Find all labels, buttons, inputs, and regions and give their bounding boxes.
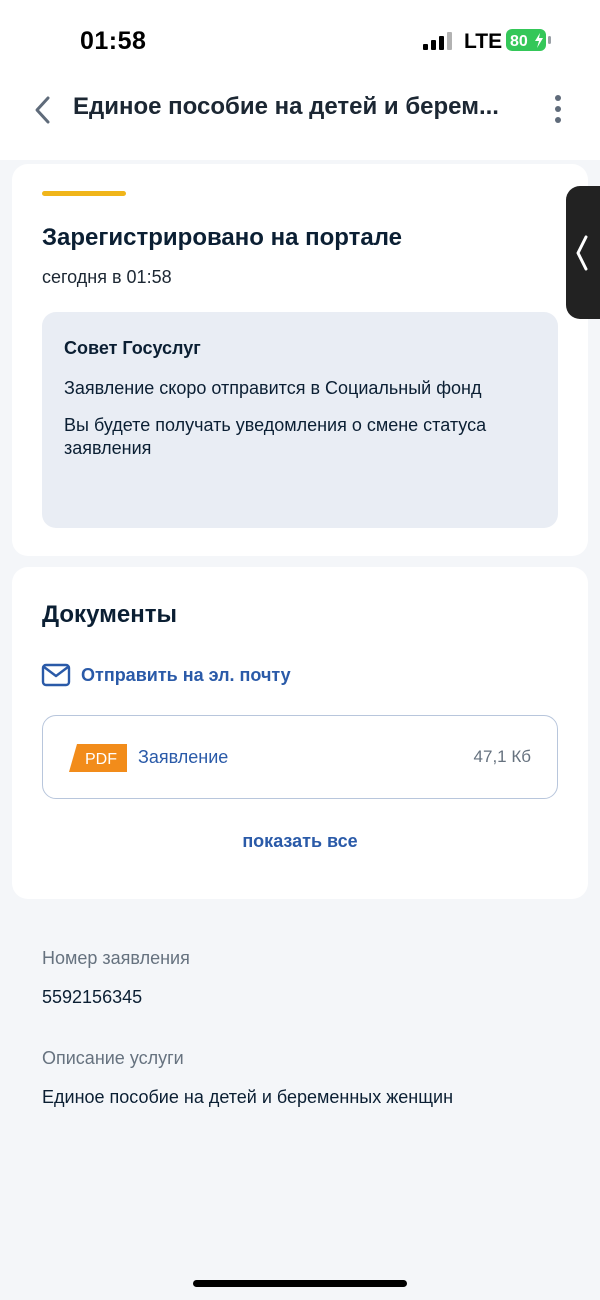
pdf-file-icon: PDF <box>69 744 127 772</box>
service-description-label: Описание услуги <box>42 1048 184 1068</box>
application-number-block: Номер заявления 5592156345 <box>42 948 190 1008</box>
documents-title: Документы <box>42 601 177 628</box>
tip-title: Совет Госуслуг <box>64 338 201 358</box>
chevron-left-icon <box>576 235 588 271</box>
status-time-text: сегодня в 01:58 <box>42 267 172 287</box>
battery-icon: 80 <box>506 29 551 51</box>
status-bar: 01:58 LTE 80 <box>0 0 600 80</box>
show-all-button[interactable]: показать все <box>12 831 588 852</box>
side-panel-handle[interactable] <box>566 186 600 319</box>
tip-box: Совет Госуслуг Заявление скоро отправитс… <box>42 312 558 528</box>
svg-text:80: 80 <box>510 33 528 50</box>
status-time: 01:58 <box>80 27 147 55</box>
more-vertical-icon[interactable] <box>548 92 568 128</box>
screen: 01:58 LTE 80 Единое пособие на детей и б… <box>0 0 600 1300</box>
tip-text-2: Вы будете получать уведомления о смене с… <box>64 415 487 458</box>
document-item[interactable]: PDF Заявление 47,1 Кб <box>42 715 558 799</box>
mail-icon <box>41 663 71 687</box>
service-description-value: Единое пособие на детей и беременных жен… <box>42 1087 454 1107</box>
home-indicator[interactable] <box>193 1280 407 1287</box>
application-number-label: Номер заявления <box>42 948 190 968</box>
service-description-block: Описание услуги Единое пособие на детей … <box>42 1048 453 1108</box>
status-accent-line <box>42 191 126 196</box>
document-name: Заявление <box>138 747 229 767</box>
network-type: LTE <box>464 30 503 53</box>
documents-card: Документы Отправить на эл. почту PDF Зая… <box>12 567 588 899</box>
send-email-link[interactable]: Отправить на эл. почту <box>41 660 291 690</box>
status-title: Зарегистрировано на портале <box>42 224 402 251</box>
tip-text-1: Заявление скоро отправится в Социальный … <box>64 378 482 398</box>
pdf-badge-label: PDF <box>85 751 117 768</box>
page-title: Единое пособие на детей и берем... <box>73 93 499 120</box>
nav-header: Единое пособие на детей и берем... <box>0 80 600 160</box>
application-status-card: Зарегистрировано на портале сегодня в 01… <box>12 164 588 556</box>
application-number-value: 5592156345 <box>42 987 143 1007</box>
document-size: 47,1 Кб <box>473 747 531 766</box>
send-email-label: Отправить на эл. почту <box>81 664 291 685</box>
signal-icon <box>423 32 452 50</box>
chevron-left-icon[interactable] <box>28 90 58 130</box>
